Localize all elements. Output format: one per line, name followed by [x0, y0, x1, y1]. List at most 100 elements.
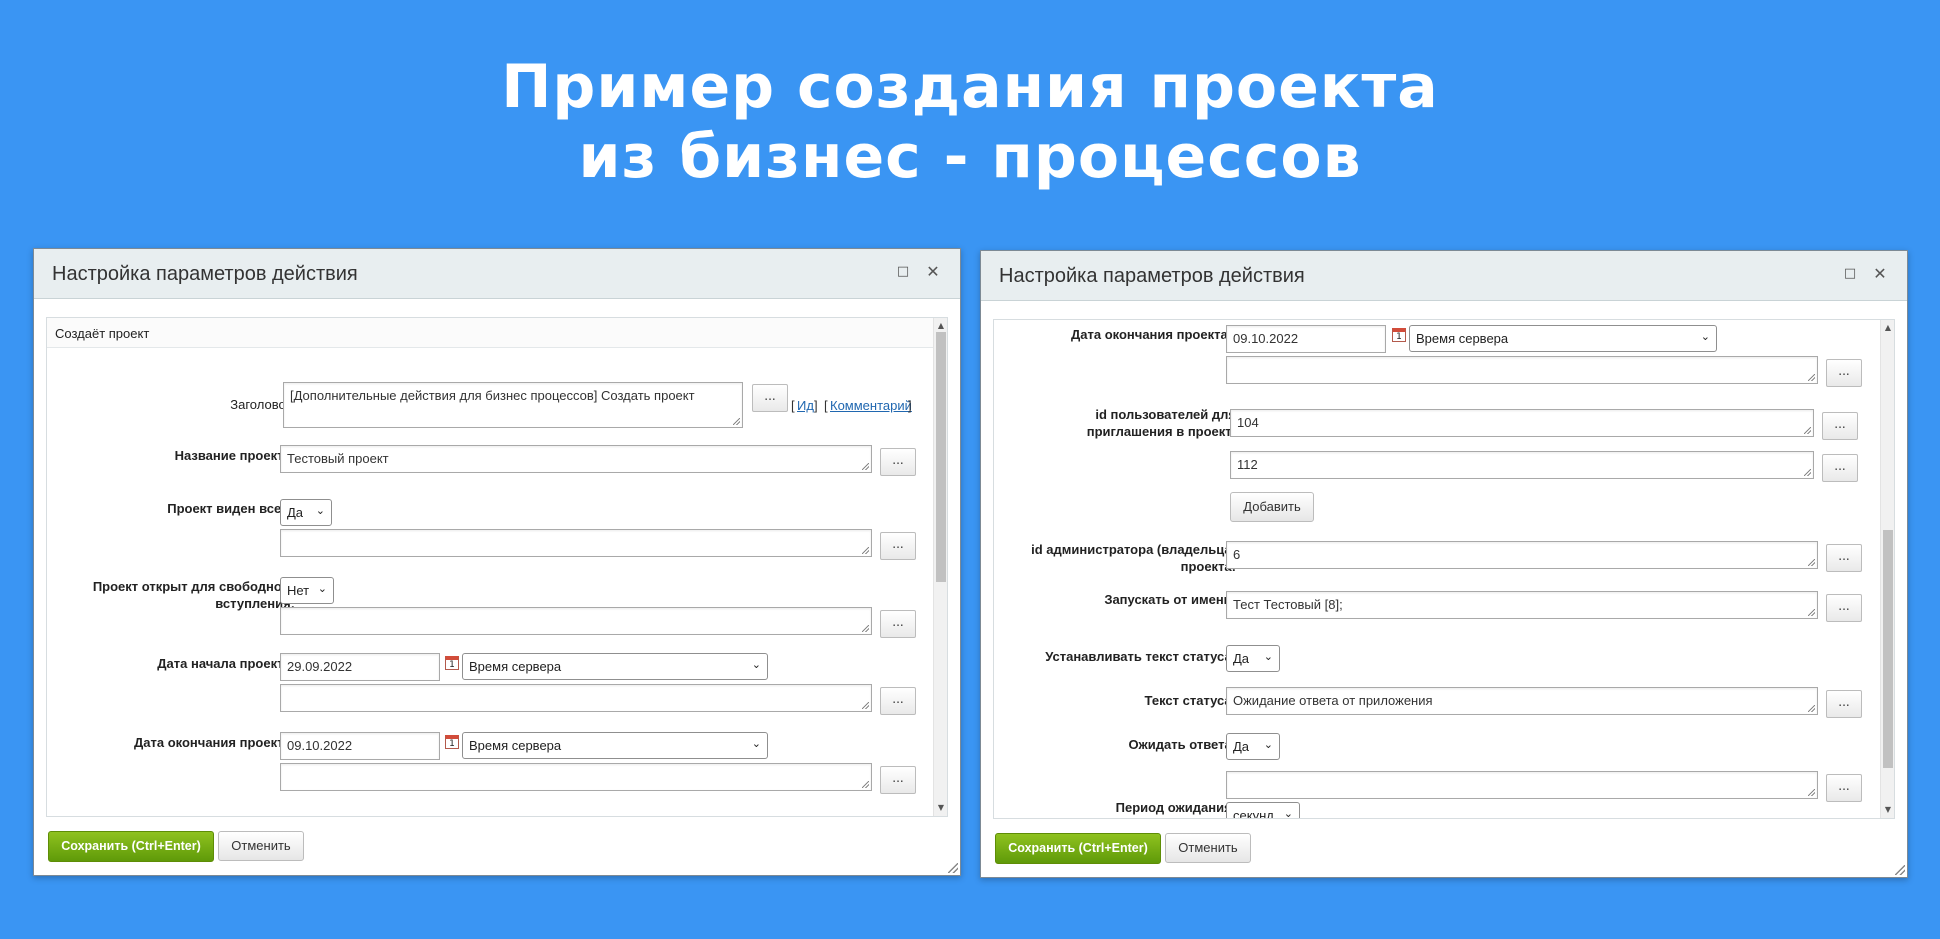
scroll-thumb[interactable] — [1883, 530, 1893, 768]
resize-handle-icon[interactable] — [1895, 865, 1905, 875]
bracket-open-2: [ — [824, 398, 828, 413]
bracket-close-2: ] — [908, 398, 912, 413]
vertical-scrollbar[interactable]: ▲ ▼ — [1880, 320, 1894, 818]
headline-line-2: из бизнес - процессов — [578, 122, 1362, 192]
close-icon[interactable]: ✕ — [1871, 265, 1889, 283]
start-date-dots-button[interactable]: ... — [880, 687, 916, 715]
period-label: Период ожидания: — [1115, 800, 1236, 815]
runas-label: Запускать от имени: — [1104, 592, 1236, 607]
scroll-up-icon[interactable]: ▲ — [1881, 322, 1894, 334]
project-name-input[interactable]: Тестовый проект — [280, 445, 872, 473]
open-extra-input[interactable] — [280, 607, 872, 635]
end-date-label: Дата окончания проекта: — [1071, 327, 1232, 342]
header-input[interactable]: [Дополнительные действия для бизнес проц… — [283, 382, 743, 428]
visible-dots-button[interactable]: ... — [880, 532, 916, 560]
status-text-input[interactable]: Ожидание ответа от приложения — [1226, 687, 1818, 715]
period-unit-value: секунд — [1233, 808, 1274, 819]
scroll-down-icon[interactable]: ▼ — [1881, 804, 1894, 816]
end-date-extra-input[interactable] — [280, 763, 872, 791]
end-tz-value: Время сервера — [1416, 331, 1509, 346]
calendar-icon[interactable]: 1 — [445, 656, 459, 670]
end-tz-value: Время сервера — [469, 738, 562, 753]
bracket-close: ] — [814, 398, 818, 413]
invite-input-2[interactable]: 112 — [1230, 451, 1814, 479]
calendar-icon[interactable]: 1 — [1392, 328, 1406, 342]
page-headline: Пример создания проекта из бизнес - проц… — [0, 52, 1940, 192]
project-name-label: Название проекта: — [174, 448, 295, 463]
chevron-down-icon: ⌄ — [317, 582, 327, 595]
set-status-select[interactable]: Да ⌄ — [1226, 645, 1280, 672]
period-dots-button[interactable]: ... — [1826, 774, 1862, 802]
dialog-body: Создаёт проект Заголовок: [Дополнительны… — [46, 317, 948, 817]
resize-handle-icon[interactable] — [948, 863, 958, 873]
bracket-open: [ — [791, 398, 795, 413]
add-button[interactable]: Добавить — [1230, 492, 1314, 522]
end-date-dots-button[interactable]: ... — [1826, 359, 1862, 387]
section-title: Создаёт проект — [47, 318, 933, 348]
right-dialog: Настройка параметров действия □ ✕ Дата о… — [980, 250, 1908, 878]
end-date-input[interactable]: 09.10.2022 — [280, 732, 440, 760]
chevron-down-icon: ⌄ — [751, 737, 761, 750]
chevron-down-icon: ⌄ — [1263, 650, 1273, 663]
maximize-icon[interactable]: □ — [1841, 265, 1859, 283]
maximize-icon[interactable]: □ — [894, 263, 912, 281]
invite-dots-button-2[interactable]: ... — [1822, 454, 1858, 482]
cancel-button[interactable]: Отменить — [218, 831, 304, 861]
period-unit-select[interactable]: секунд ⌄ — [1226, 802, 1300, 819]
chevron-down-icon: ⌄ — [1263, 738, 1273, 751]
scroll-up-icon[interactable]: ▲ — [934, 320, 947, 332]
start-date-label: Дата начала проекта: — [157, 656, 295, 671]
start-date-input[interactable]: 29.09.2022 — [280, 653, 440, 681]
status-text-label: Текст статуса: — [1144, 693, 1236, 708]
visible-extra-input[interactable] — [280, 529, 872, 557]
chevron-down-icon: ⌄ — [1283, 807, 1293, 819]
open-select[interactable]: Нет ⌄ — [280, 577, 334, 604]
scroll-down-icon[interactable]: ▼ — [934, 802, 947, 814]
open-label-1: Проект открыт для свободного — [92, 579, 295, 594]
runas-input[interactable]: Тест Тестовый [8]; — [1226, 591, 1818, 619]
scroll-thumb[interactable] — [936, 332, 946, 582]
comment-link[interactable]: Комментарий — [830, 398, 912, 413]
calendar-icon[interactable]: 1 — [445, 735, 459, 749]
chevron-down-icon: ⌄ — [1700, 330, 1710, 343]
end-tz-select[interactable]: Время сервера ⌄ — [1409, 325, 1717, 352]
end-date-dots-button[interactable]: ... — [880, 766, 916, 794]
id-link[interactable]: Ид — [797, 398, 814, 413]
visible-select[interactable]: Да ⌄ — [280, 499, 332, 526]
start-date-extra-input[interactable] — [280, 684, 872, 712]
admin-input[interactable]: 6 — [1226, 541, 1818, 569]
project-name-dots-button[interactable]: ... — [880, 448, 916, 476]
close-icon[interactable]: ✕ — [924, 263, 942, 281]
invite-label-1: id пользователей для — [1095, 407, 1236, 422]
set-status-label: Устанавливать текст статуса: — [1045, 649, 1236, 664]
invite-input-1[interactable]: 104 — [1230, 409, 1814, 437]
wait-value: Да — [1233, 739, 1250, 754]
end-date-label: Дата окончания проекта: — [134, 735, 295, 750]
period-input[interactable] — [1226, 771, 1818, 799]
header-dots-button[interactable]: ... — [752, 384, 788, 412]
cancel-button[interactable]: Отменить — [1165, 833, 1251, 863]
end-date-input[interactable]: 09.10.2022 — [1226, 325, 1386, 353]
invite-dots-button-1[interactable]: ... — [1822, 412, 1858, 440]
headline-line-1: Пример создания проекта — [501, 52, 1439, 122]
admin-label-1: id администратора (владельца) — [1031, 542, 1236, 557]
left-dialog: Настройка параметров действия □ ✕ Создаё… — [33, 248, 961, 876]
open-select-value: Нет — [287, 583, 310, 598]
set-status-value: Да — [1233, 651, 1250, 666]
runas-dots-button[interactable]: ... — [1826, 594, 1862, 622]
start-tz-select[interactable]: Время сервера ⌄ — [462, 653, 768, 680]
status-text-dots-button[interactable]: ... — [1826, 690, 1862, 718]
save-button[interactable]: Сохранить (Ctrl+Enter) — [995, 833, 1161, 864]
end-date-extra-input[interactable] — [1226, 356, 1818, 384]
save-button[interactable]: Сохранить (Ctrl+Enter) — [48, 831, 214, 862]
wait-label: Ожидать ответа: — [1128, 737, 1236, 752]
end-tz-select[interactable]: Время сервера ⌄ — [462, 732, 768, 759]
dialog-body: Дата окончания проекта: 09.10.2022 1 Вре… — [993, 319, 1895, 819]
dialog-title: Настройка параметров действия — [999, 265, 1305, 287]
open-dots-button[interactable]: ... — [880, 610, 916, 638]
dialog-header: Настройка параметров действия □ ✕ — [981, 251, 1907, 301]
admin-dots-button[interactable]: ... — [1826, 544, 1862, 572]
wait-select[interactable]: Да ⌄ — [1226, 733, 1280, 760]
vertical-scrollbar[interactable]: ▲ ▼ — [933, 318, 947, 816]
dialog-header: Настройка параметров действия □ ✕ — [34, 249, 960, 299]
